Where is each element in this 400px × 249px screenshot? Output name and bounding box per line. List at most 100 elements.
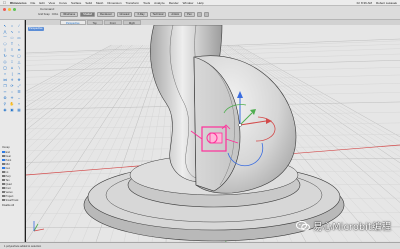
render-icon[interactable]: ☀	[9, 96, 15, 101]
ortho-toggle[interactable]: Ortho	[52, 13, 59, 16]
join-icon[interactable]: ⋈	[2, 78, 8, 83]
osnap-checkbox[interactable]	[2, 194, 5, 198]
pan-icon[interactable]: ✋	[9, 102, 15, 107]
user-name[interactable]: Robert Lukasek	[376, 1, 397, 5]
boolean-difference-icon[interactable]: ∖	[16, 66, 22, 71]
boolean-intersection-icon[interactable]: ∩	[2, 72, 8, 77]
sphere-icon[interactable]: ◎	[2, 60, 8, 65]
zoom-icon[interactable]: ⚲	[2, 102, 8, 107]
menu-analyze[interactable]: Analyze	[154, 1, 165, 5]
cylinder-icon[interactable]: ⎕	[9, 60, 15, 65]
command-prompt[interactable]: Command:	[40, 7, 55, 11]
ellipse-icon[interactable]: ⬭	[9, 36, 15, 41]
menu-help[interactable]: Help	[197, 1, 203, 5]
polygon-icon[interactable]: ⬡	[2, 42, 8, 47]
osnap-checkbox[interactable]	[2, 186, 5, 190]
osnap-checkbox[interactable]	[2, 158, 5, 162]
line-icon[interactable]: ∕	[16, 24, 22, 29]
extrude-icon[interactable]: ⇧	[9, 48, 15, 53]
zoom-window-icon[interactable]	[13, 8, 16, 11]
explode-icon[interactable]: ✳	[9, 78, 15, 83]
menu-dimension[interactable]: Dimension	[107, 1, 121, 5]
minimize-window-icon[interactable]	[8, 8, 11, 11]
menu-curve[interactable]: Curve	[59, 1, 67, 5]
text-icon[interactable]: T	[9, 42, 15, 47]
fillet-icon[interactable]: ⌞	[16, 42, 22, 47]
cone-icon[interactable]: △	[16, 60, 22, 65]
polyline-icon[interactable]: ⋀	[2, 30, 8, 35]
menu-surface[interactable]: Surface	[71, 1, 81, 5]
osnap-checkbox[interactable]	[2, 178, 5, 182]
split-icon[interactable]: ❘	[9, 72, 15, 77]
properties-icon[interactable]: ⚙	[2, 96, 8, 101]
circle-icon[interactable]: ○	[16, 30, 22, 35]
box-icon[interactable]: ▢	[16, 54, 22, 59]
osnap-checkbox[interactable]	[2, 190, 5, 194]
menu-edit[interactable]: Edit	[39, 1, 44, 5]
osnap-checkbox[interactable]	[2, 166, 5, 170]
hide-icon[interactable]: ◉	[2, 108, 8, 113]
move-icon[interactable]: ✥	[16, 78, 22, 83]
group-icon[interactable]: ▦	[16, 108, 22, 113]
display-mode-shaded[interactable]: Shaded	[80, 12, 96, 17]
viewport-label[interactable]: Perspective	[28, 27, 44, 31]
osnap-checkbox[interactable]	[2, 182, 5, 186]
perspective-viewport[interactable]: Perspective	[0, 24, 400, 243]
surface-icon[interactable]: ▯	[2, 48, 8, 53]
scale-icon[interactable]: ⤢	[16, 84, 22, 89]
display-mode-xray[interactable]: X-Ray	[134, 12, 148, 17]
watermark-text: 易心Microbit编程	[313, 222, 392, 233]
revolve-icon[interactable]: ↻	[2, 54, 8, 59]
undo-icon[interactable]	[196, 12, 202, 17]
layer-icon[interactable]: ☰	[16, 90, 22, 95]
grid-snap-toggle[interactable]: Grid Snap	[38, 13, 50, 16]
menu-transform[interactable]: Transform	[126, 1, 140, 5]
display-mode-ghosted[interactable]: Ghosted	[116, 12, 133, 17]
menu-mesh[interactable]: Mesh	[96, 1, 103, 5]
rectangle-icon[interactable]: ▭	[16, 36, 22, 41]
apple-menu-icon[interactable]: 	[3, 0, 6, 5]
display-mode-pen[interactable]: Pen	[184, 12, 195, 17]
select-arrow-icon[interactable]: ↖	[2, 24, 8, 29]
point-icon[interactable]: •	[9, 24, 15, 29]
dimension-icon[interactable]: ↔	[16, 96, 22, 101]
mirror-icon[interactable]: ⇿	[2, 90, 8, 95]
osnap-checkbox[interactable]	[2, 162, 5, 166]
trim-icon[interactable]: ✂	[16, 72, 22, 77]
copy-icon[interactable]: ❐	[2, 84, 8, 89]
menu-window[interactable]: Window	[183, 1, 194, 5]
menu-tools[interactable]: Tools	[143, 1, 150, 5]
menu-render[interactable]: Render	[169, 1, 179, 5]
osnap-item[interactable]: SmartTrack	[2, 198, 24, 202]
app-menu[interactable]: Rhinoceros	[10, 1, 27, 5]
display-mode-technical[interactable]: Technical	[149, 12, 167, 17]
osnap-label: Perp	[5, 174, 11, 178]
torus-icon[interactable]: ◯	[2, 66, 8, 71]
osnap-checkbox[interactable]	[2, 174, 5, 178]
rotate-icon[interactable]: ⟳	[9, 84, 15, 89]
sweep-icon[interactable]: ↝	[9, 54, 15, 59]
menu-solid[interactable]: Solid	[85, 1, 92, 5]
arc-icon[interactable]: ⌒	[2, 36, 8, 41]
osnap-checkbox[interactable]	[2, 154, 5, 158]
redo-icon[interactable]	[203, 12, 209, 17]
lock-icon[interactable]: ▣	[9, 108, 15, 113]
viewport-canvas[interactable]	[0, 24, 400, 243]
osnap-label: Cen	[5, 166, 11, 170]
display-mode-rendered[interactable]: Rendered	[97, 12, 115, 17]
display-mode-artistic[interactable]: Artistic	[168, 12, 183, 17]
display-mode-wireframe[interactable]: Wireframe	[60, 12, 79, 17]
osnap-panel: Osnap End Near Point Mid Cen Int Perp Tan Quad Kn…	[2, 146, 24, 207]
osnap-checkbox[interactable]	[2, 198, 5, 202]
osnap-checkbox[interactable]	[2, 170, 5, 174]
menu-view[interactable]: View	[49, 1, 55, 5]
disable-all-osnap-button[interactable]: Disable All	[2, 204, 24, 207]
array-icon[interactable]: ∷	[9, 90, 15, 95]
osnap-checkbox[interactable]	[2, 150, 5, 154]
boolean-union-icon[interactable]: ∪	[9, 66, 15, 71]
curve-icon[interactable]: ∿	[9, 30, 15, 35]
close-window-icon[interactable]	[3, 8, 6, 11]
analyze-icon[interactable]: ⌖	[16, 102, 22, 107]
menu-file[interactable]: File	[31, 1, 36, 5]
loft-icon[interactable]: ≌	[16, 48, 22, 53]
